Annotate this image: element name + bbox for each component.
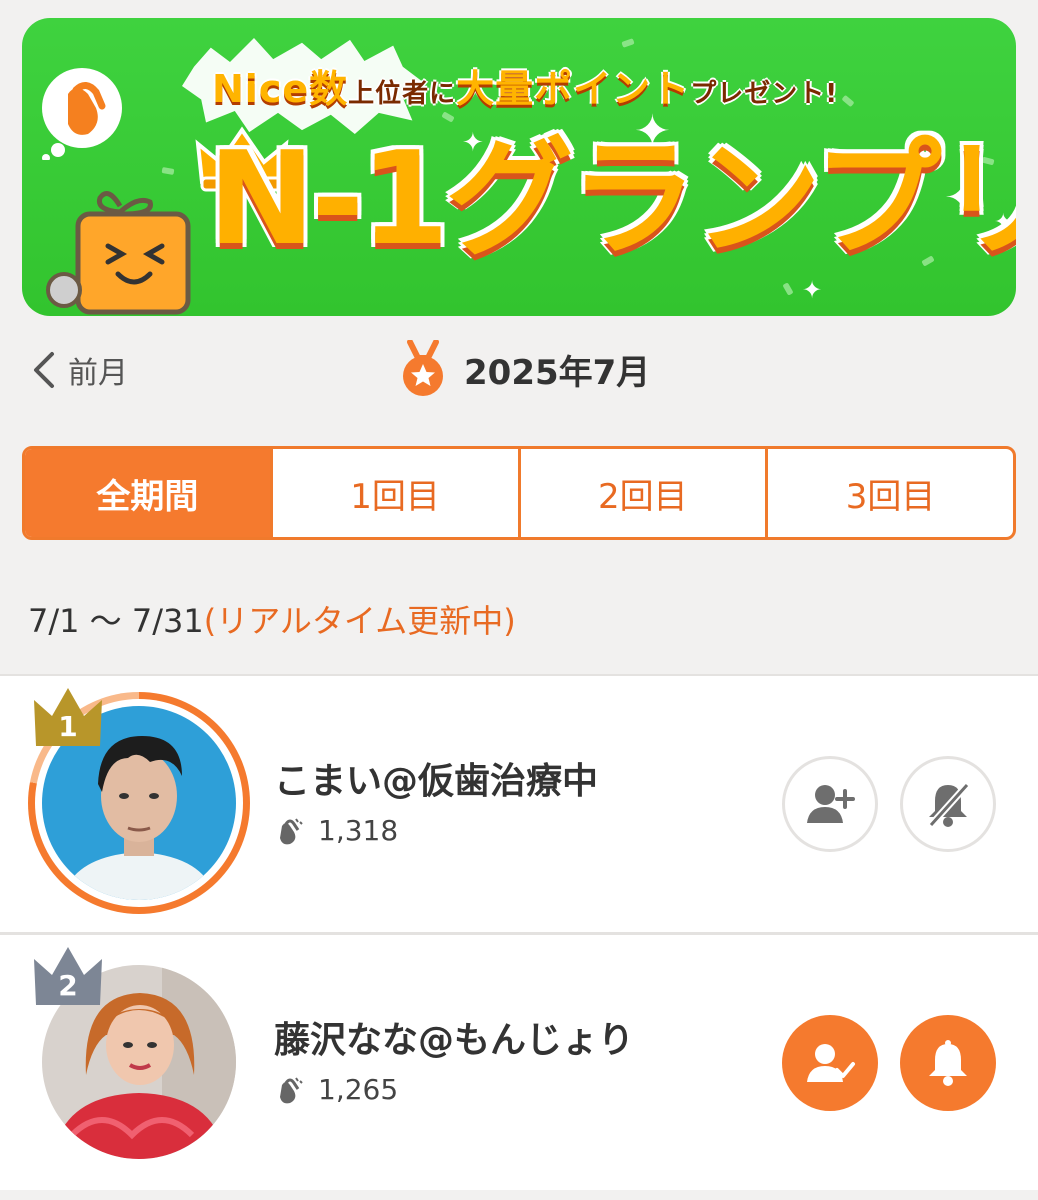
user-name[interactable]: 藤沢なな@もんじょり [274, 1011, 634, 1063]
month-navigation: 前月 2025年7月 [0, 330, 1038, 410]
tab-round-1[interactable]: 1回目 [269, 449, 518, 537]
ranking-list: 1 こまい@仮歯治療中 1,318 2 藤沢なな@もんじょり 1,265 [0, 674, 1038, 1190]
chevron-left-icon [34, 352, 54, 388]
ranking-row[interactable]: 2 藤沢なな@もんじょり 1,265 [0, 932, 1038, 1190]
gift-box-mascot-icon [46, 191, 191, 315]
nice-count: 1,318 [274, 814, 398, 847]
rank-crown-silver: 2 [32, 945, 104, 1009]
avatar-ring: 1 [28, 688, 250, 914]
ranking-row[interactable]: 1 こまい@仮歯治療中 1,318 [0, 674, 1038, 932]
tab-round-2[interactable]: 2回目 [517, 449, 766, 537]
promo-banner[interactable]: ✦ ✦ ✦ ✦ ✦ Nice数上位者に大量ポイントプレゼント! N-1グランプリ [22, 18, 1016, 316]
realtime-status: (リアルタイム更新中) [203, 602, 516, 640]
current-month-label: 2025年7月 [464, 352, 651, 393]
tab-round-3[interactable]: 3回目 [765, 449, 1013, 537]
nice-count-value: 1,265 [318, 1073, 399, 1106]
clap-icon [280, 1076, 303, 1103]
bell-icon [929, 1040, 967, 1086]
following-button[interactable] [782, 1015, 878, 1111]
user-name[interactable]: こまい@仮歯治療中 [274, 752, 598, 804]
sparkle-icon: ✦ [802, 276, 823, 304]
follow-button[interactable] [782, 756, 878, 852]
period-tabs: 全期間 1回目 2回目 3回目 [22, 446, 1016, 540]
rank-number: 2 [58, 969, 78, 1002]
period-info: 7/1 〜 7/31(リアルタイム更新中) [28, 596, 516, 642]
prev-month-label: 前月 [68, 356, 128, 391]
user-check-icon [807, 1044, 855, 1082]
avatar-wrapper: 2 [28, 947, 250, 1173]
rank-crown-gold: 1 [32, 686, 104, 750]
banner-title: N-1グランプリ [208, 125, 1016, 274]
bell-off-icon [928, 782, 970, 828]
clap-bubble-icon [42, 68, 122, 160]
nice-count: 1,265 [274, 1073, 398, 1106]
clap-icon [280, 817, 303, 844]
notification-toggle[interactable] [900, 756, 996, 852]
notification-toggle[interactable] [900, 1015, 996, 1111]
prev-month-button[interactable]: 前月 [30, 348, 128, 392]
tab-all-period[interactable]: 全期間 [25, 449, 270, 537]
current-month: 2025年7月 [400, 340, 650, 398]
medal-icon [403, 340, 443, 396]
nice-count-value: 1,318 [318, 814, 399, 847]
rank-number: 1 [58, 710, 78, 743]
add-user-icon [807, 785, 855, 823]
banner-headline: Nice数上位者に大量ポイントプレゼント! [212, 67, 839, 111]
period-range: 7/1 〜 7/31 [28, 602, 204, 640]
